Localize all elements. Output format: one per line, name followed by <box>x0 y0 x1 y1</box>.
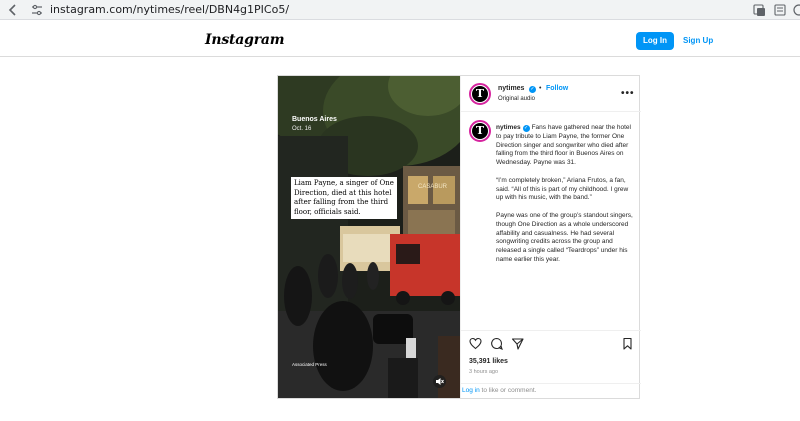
browser-address-bar: instagram.com/nytimes/reel/DBN4g1PICo5/ <box>0 0 800 20</box>
post-actions: 35,391 likes 3 hours ago Log in to like … <box>461 330 641 398</box>
signup-link[interactable]: Sign Up <box>683 32 713 50</box>
caption-text-3: Payne was one of the group’s standout si… <box>496 211 633 263</box>
reader-mode-icon[interactable] <box>773 3 787 17</box>
nyt-logo-icon: T <box>472 123 488 139</box>
caption-username[interactable]: nytimes <box>496 124 521 131</box>
post-timestamp[interactable]: 3 hours ago <box>469 369 498 375</box>
post-sidebar: T nytimes ✓ • Follow Original audio ••• … <box>460 76 641 398</box>
video-credit: Associated Press <box>292 362 327 367</box>
login-to-like-link[interactable]: Log in <box>462 387 480 394</box>
bookmark-icon[interactable] <box>621 337 634 350</box>
login-prompt-text: to like or comment. <box>479 387 537 394</box>
post-header: T nytimes ✓ • Follow Original audio ••• <box>461 76 641 112</box>
verified-badge-icon: ✓ <box>529 86 536 93</box>
translate-icon[interactable] <box>752 3 766 17</box>
instagram-logo[interactable]: Instagram <box>205 32 285 48</box>
nyt-logo-icon: T <box>472 86 488 102</box>
caption-paragraph: nytimes ✓ Fans have gathered near the hote… <box>496 124 634 168</box>
url-field[interactable]: instagram.com/nytimes/reel/DBN4g1PICo5/ <box>50 3 289 16</box>
comment-avatar[interactable]: T <box>469 120 491 142</box>
login-prompt: Log in to like or comment. <box>461 383 641 399</box>
muted-speaker-icon <box>436 378 444 385</box>
separator-dot: • <box>539 85 542 92</box>
video-frame: CASABUR <box>278 76 460 398</box>
site-settings-icon[interactable] <box>30 3 44 17</box>
storefront-sign: CASABUR <box>418 184 448 190</box>
post-caption: nytimes ✓ Fans have gathered near the hote… <box>496 124 634 274</box>
video-caption: Liam Payne, a singer of One Direction, d… <box>291 177 397 220</box>
likes-count[interactable]: 35,391 likes <box>469 358 508 365</box>
more-options-icon[interactable]: ••• <box>621 88 635 99</box>
account-username[interactable]: nytimes <box>498 85 524 92</box>
video-location: Buenos Aires <box>292 116 337 123</box>
reel-post: CASABUR Buenos Aires Oct. 16 Liam Payne,… <box>277 75 641 399</box>
avatar[interactable]: T <box>469 83 491 105</box>
video-date: Oct. 16 <box>292 126 312 132</box>
share-icon[interactable] <box>511 337 524 350</box>
heart-icon[interactable] <box>469 337 482 350</box>
login-button[interactable]: Log In <box>636 32 674 50</box>
original-audio-link[interactable]: Original audio <box>498 96 535 102</box>
caption-text-2: “I’m completely broken,” Ariana Frutos, … <box>496 176 629 202</box>
reel-video[interactable]: CASABUR Buenos Aires Oct. 16 Liam Payne,… <box>278 76 460 398</box>
verified-badge-icon: ✓ <box>522 125 530 132</box>
back-icon[interactable] <box>6 3 20 17</box>
mute-button[interactable] <box>433 375 446 388</box>
comment-icon[interactable] <box>490 337 503 350</box>
instagram-header: Instagram Log In Sign Up <box>0 21 800 57</box>
profile-icon[interactable] <box>792 3 800 17</box>
follow-button[interactable]: Follow <box>546 85 568 92</box>
